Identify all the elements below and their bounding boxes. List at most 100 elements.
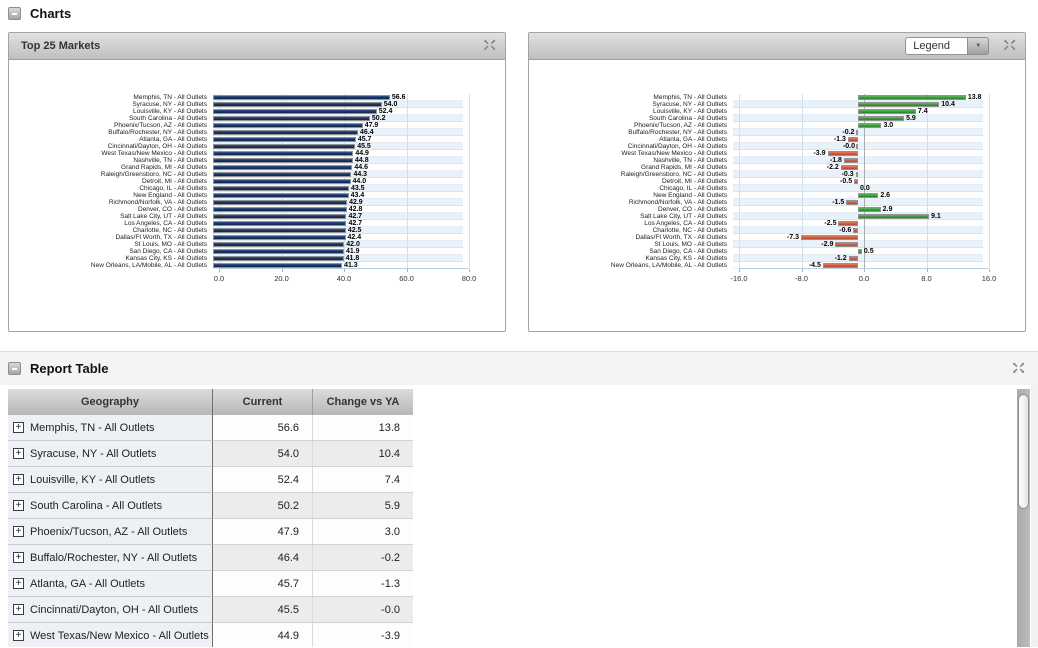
current-value-cell: 44.9 <box>213 623 313 647</box>
data-bar[interactable] <box>213 207 347 212</box>
chart-category-label: Dallas/Ft Worth, TX - All Outlets <box>9 234 213 241</box>
chart-row: Los Angeles, CA - All Outlets-2.5 <box>529 220 1025 227</box>
data-bar[interactable] <box>853 228 858 233</box>
data-bar[interactable] <box>213 123 363 128</box>
data-bar[interactable] <box>858 109 916 114</box>
expand-row-icon[interactable]: + <box>13 422 24 433</box>
collapse-icon[interactable] <box>8 362 21 375</box>
expand-icon[interactable]: ⬉⬈ ⬋⬊ <box>483 40 497 52</box>
legend-dropdown[interactable]: Legend ▼ <box>905 37 989 55</box>
data-bar[interactable] <box>823 263 858 268</box>
data-bar[interactable] <box>213 235 346 240</box>
table-row[interactable]: +Atlanta, GA - All Outlets45.7-1.3 <box>8 571 413 597</box>
expand-row-icon[interactable]: + <box>13 448 24 459</box>
data-bar[interactable] <box>838 221 858 226</box>
chart-plot-cell: 2.9 <box>733 206 983 213</box>
data-bar[interactable] <box>213 242 344 247</box>
data-bar[interactable] <box>213 158 353 163</box>
chevron-down-icon[interactable]: ▼ <box>967 37 989 55</box>
chart-plot-cell: 47.9 <box>213 122 463 129</box>
data-bar[interactable] <box>213 109 377 114</box>
data-bar[interactable] <box>858 123 881 128</box>
data-bar[interactable] <box>856 130 858 135</box>
change-vs-ya-cell: -0.0 <box>313 597 413 623</box>
geography-label: Buffalo/Rochester, NY - All Outlets <box>30 552 197 564</box>
data-value-label: 42.0 <box>346 241 360 248</box>
geography-cell: +Louisville, KY - All Outlets <box>8 467 213 493</box>
data-value-label: 42.7 <box>348 220 362 227</box>
data-bar[interactable] <box>213 165 352 170</box>
data-bar[interactable] <box>213 214 346 219</box>
data-value-label: 44.8 <box>355 157 369 164</box>
data-bar[interactable] <box>856 172 858 177</box>
data-bar[interactable] <box>801 235 858 240</box>
data-bar[interactable] <box>213 249 344 254</box>
data-bar[interactable] <box>849 256 858 261</box>
table-row[interactable]: +Cincinnati/Dayton, OH - All Outlets45.5… <box>8 597 413 623</box>
data-bar[interactable] <box>213 102 382 107</box>
data-bar[interactable] <box>856 144 858 149</box>
table-row[interactable]: +Syracuse, NY - All Outlets54.010.4 <box>8 441 413 467</box>
expand-row-icon[interactable]: + <box>13 578 24 589</box>
data-bar[interactable] <box>841 165 858 170</box>
table-scrollbar-thumb[interactable] <box>1018 394 1029 509</box>
expand-row-icon[interactable]: + <box>13 526 24 537</box>
data-bar[interactable] <box>213 130 358 135</box>
table-row[interactable]: +Louisville, KY - All Outlets52.47.4 <box>8 467 413 493</box>
data-bar[interactable] <box>858 116 904 121</box>
data-bar[interactable] <box>828 151 858 156</box>
data-bar[interactable] <box>213 172 351 177</box>
data-bar[interactable] <box>213 256 344 261</box>
data-bar[interactable] <box>213 116 370 121</box>
data-bar[interactable] <box>835 242 858 247</box>
collapse-icon[interactable] <box>8 7 21 20</box>
data-bar[interactable] <box>213 186 349 191</box>
data-bar[interactable] <box>213 221 346 226</box>
table-scrollbar[interactable] <box>1017 389 1030 647</box>
data-bar[interactable] <box>213 200 347 205</box>
table-row[interactable]: +Memphis, TN - All Outlets56.613.8 <box>8 415 413 441</box>
data-bar[interactable] <box>854 179 858 184</box>
axis-tick-label: -8.0 <box>795 274 808 283</box>
expand-row-icon[interactable]: + <box>13 500 24 511</box>
chart-category-label: Buffalo/Rochester, NY - All Outlets <box>529 129 733 136</box>
table-row[interactable]: +West Texas/New Mexico - All Outlets44.9… <box>8 623 413 647</box>
data-bar[interactable] <box>844 158 858 163</box>
table-row[interactable]: +Phoenix/Tucson, AZ - All Outlets47.93.0 <box>8 519 413 545</box>
data-bar[interactable] <box>858 102 939 107</box>
legend-dropdown-value[interactable]: Legend <box>905 37 967 55</box>
report-table-area: Geography Current Change vs YA +Memphis,… <box>0 385 1038 647</box>
column-header-current[interactable]: Current <box>213 389 313 415</box>
data-bar[interactable] <box>213 95 390 100</box>
data-bar[interactable] <box>858 193 878 198</box>
chart-plot-cell: 42.0 <box>213 241 463 248</box>
data-bar[interactable] <box>213 137 356 142</box>
data-bar[interactable] <box>858 249 862 254</box>
expand-row-icon[interactable]: + <box>13 552 24 563</box>
chart-category-label: Kansas City, KS - All Outlets <box>529 255 733 262</box>
table-row[interactable]: +South Carolina - All Outlets50.25.9 <box>8 493 413 519</box>
data-bar[interactable] <box>213 144 355 149</box>
data-bar[interactable] <box>213 179 351 184</box>
data-bar[interactable] <box>848 137 858 142</box>
data-bar[interactable] <box>213 151 353 156</box>
chart-plot-cell: -2.2 <box>733 164 983 171</box>
data-bar[interactable] <box>213 228 346 233</box>
expand-row-icon[interactable]: + <box>13 474 24 485</box>
expand-row-icon[interactable]: + <box>13 630 24 641</box>
expand-row-icon[interactable]: + <box>13 604 24 615</box>
data-bar[interactable] <box>858 207 881 212</box>
column-header-change-vs-ya[interactable]: Change vs YA <box>313 389 413 415</box>
column-header-geography[interactable]: Geography <box>8 389 213 415</box>
expand-icon[interactable]: ⬉⬈ ⬋⬊ <box>1012 363 1026 375</box>
expand-icon[interactable]: ⬉⬈ ⬋⬊ <box>1003 40 1017 52</box>
table-row[interactable]: +Buffalo/Rochester, NY - All Outlets46.4… <box>8 545 413 571</box>
data-bar[interactable] <box>213 193 349 198</box>
chart-category-label: New Orleans, LA/Mobile, AL - All Outlets <box>529 262 733 269</box>
data-bar[interactable] <box>858 95 966 100</box>
current-value-cell: 52.4 <box>213 467 313 493</box>
data-bar[interactable] <box>846 200 858 205</box>
data-bar[interactable] <box>858 214 929 219</box>
data-bar[interactable] <box>213 263 342 268</box>
chart-plot-cell: 54.0 <box>213 101 463 108</box>
